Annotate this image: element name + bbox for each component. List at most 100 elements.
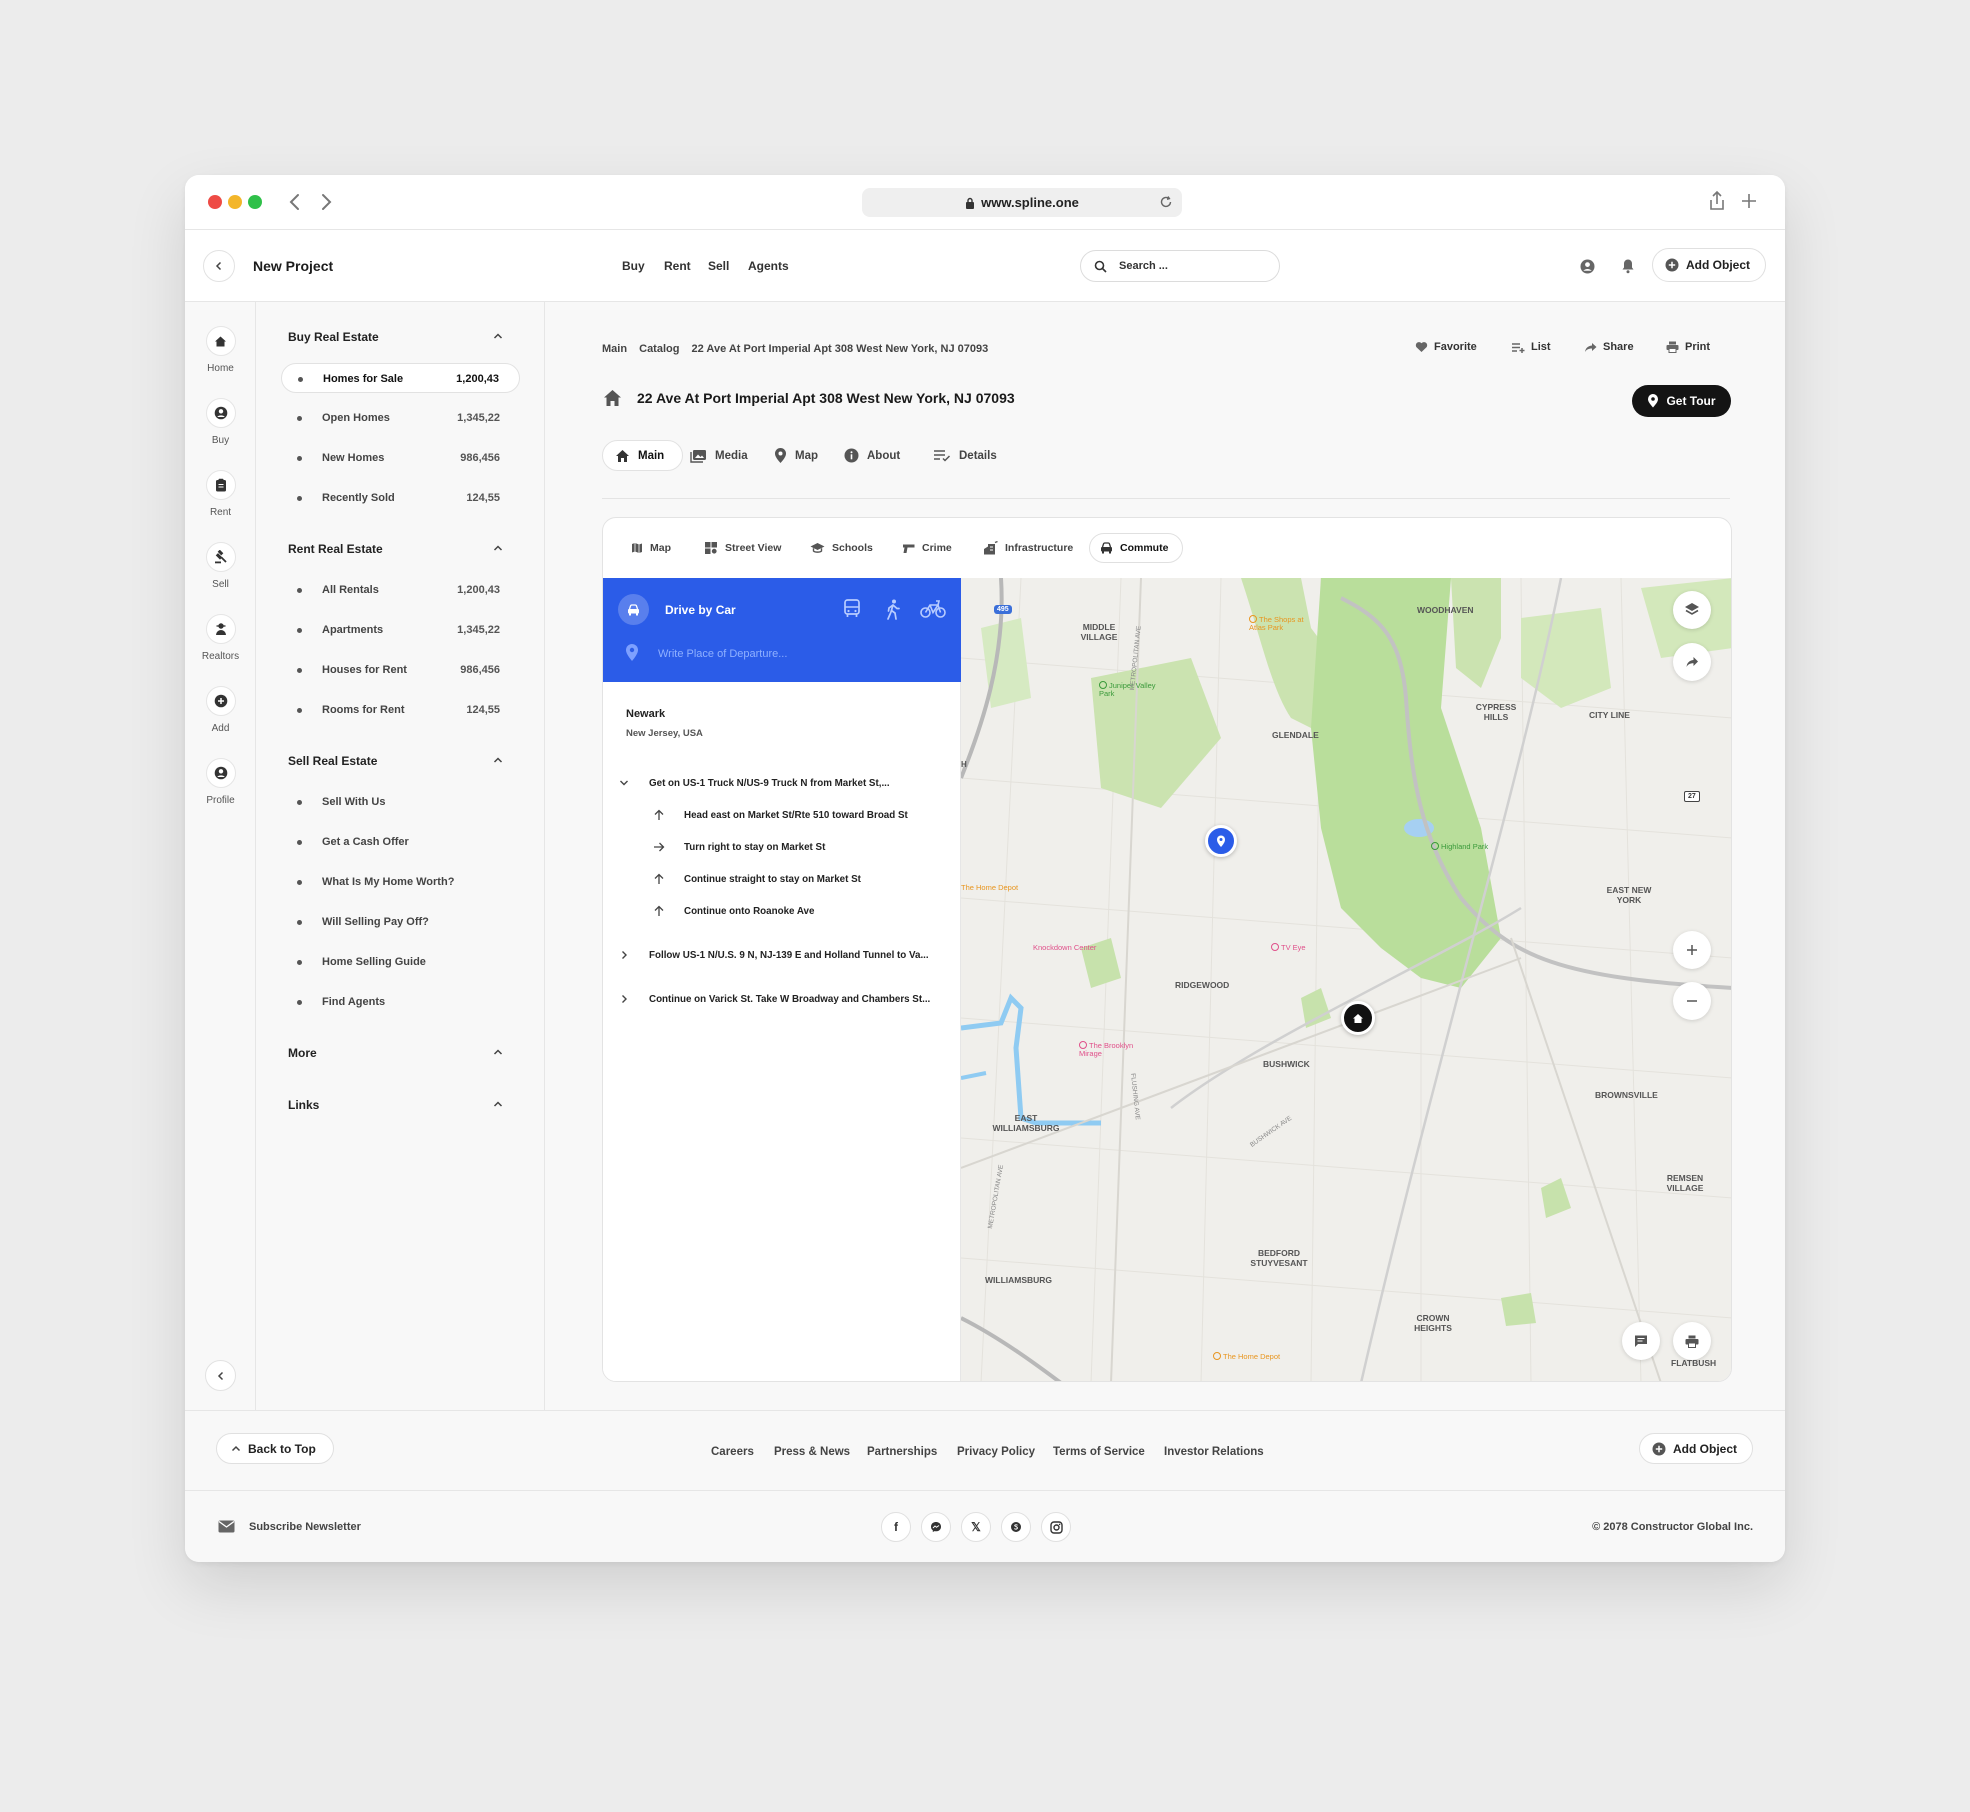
sidebar-item-houses-for-rent[interactable]: Houses for Rent 986,456 xyxy=(281,655,520,685)
chevron-up-icon[interactable] xyxy=(493,756,503,764)
footer-link-partnerships[interactable]: Partnerships xyxy=(867,1446,937,1458)
tab-main[interactable]: Main xyxy=(602,440,684,471)
map-comment-button[interactable] xyxy=(1622,1322,1660,1360)
sidebar-item-home-worth[interactable]: What Is My Home Worth? xyxy=(281,867,520,897)
bell-icon[interactable] xyxy=(1621,258,1635,274)
footer-link-terms[interactable]: Terms of Service xyxy=(1053,1446,1145,1458)
drive-mode-button[interactable] xyxy=(618,594,649,625)
share-button[interactable]: Share xyxy=(1584,341,1634,353)
footer-link-privacy[interactable]: Privacy Policy xyxy=(957,1446,1035,1458)
subtab-schools[interactable]: Schools xyxy=(810,533,873,563)
footer-link-investors[interactable]: Investor Relations xyxy=(1164,1446,1264,1458)
instagram-icon[interactable] xyxy=(1041,1512,1071,1542)
messenger-icon[interactable] xyxy=(921,1512,951,1542)
print-button[interactable]: Print xyxy=(1666,341,1710,353)
x-twitter-icon[interactable]: 𝕏 xyxy=(961,1512,991,1542)
map-layers-button[interactable] xyxy=(1673,591,1711,629)
rail-realtors[interactable]: Realtors xyxy=(185,614,256,662)
rail-add[interactable]: Add xyxy=(185,686,256,734)
breadcrumb-main[interactable]: Main xyxy=(602,343,627,355)
add-object-button[interactable]: Add Object xyxy=(1652,248,1767,282)
subtab-map[interactable]: Map xyxy=(631,533,671,563)
footer-link-press[interactable]: Press & News xyxy=(774,1446,850,1458)
poi-label[interactable]: The Home Depot xyxy=(1213,1352,1280,1361)
rail-profile[interactable]: Profile xyxy=(185,758,256,806)
sidebar-item-open-homes[interactable]: Open Homes 1,345,22 xyxy=(281,403,520,433)
maximize-window-dot[interactable] xyxy=(248,195,262,209)
address-bar[interactable]: www.spline.one xyxy=(862,188,1182,217)
nav-buy[interactable]: Buy xyxy=(622,259,645,273)
tab-map[interactable]: Map xyxy=(774,440,818,471)
footer-add-object-button[interactable]: Add Object xyxy=(1639,1433,1754,1464)
section-more-title[interactable]: More xyxy=(288,1046,317,1060)
chevron-up-icon[interactable] xyxy=(493,1048,503,1056)
share-page-icon[interactable] xyxy=(1708,190,1726,212)
section-sell-title[interactable]: Sell Real Estate xyxy=(288,754,377,768)
subscribe-newsletter-link[interactable]: Subscribe Newsletter xyxy=(249,1521,361,1533)
zoom-out-button[interactable] xyxy=(1673,982,1711,1020)
sidebar-item-find-agents[interactable]: Find Agents xyxy=(281,987,520,1017)
tab-details[interactable]: Details xyxy=(933,440,997,471)
back-to-top-button[interactable]: Back to Top xyxy=(216,1433,334,1464)
rail-buy[interactable]: Buy xyxy=(185,398,256,446)
chevron-up-icon[interactable] xyxy=(493,332,503,340)
section-links-title[interactable]: Links xyxy=(288,1098,319,1112)
sidebar-item-cash-offer[interactable]: Get a Cash Offer xyxy=(281,827,520,857)
sidebar-item-homes-for-sale[interactable]: Homes for Sale 1,200,43 xyxy=(281,363,520,393)
bicycle-icon[interactable] xyxy=(920,599,946,619)
chevron-up-icon[interactable] xyxy=(493,544,503,552)
section-rent-title[interactable]: Rent Real Estate xyxy=(288,542,383,556)
section-buy-title[interactable]: Buy Real Estate xyxy=(288,330,379,344)
poi-label[interactable]: Highland Park xyxy=(1431,842,1488,851)
list-button[interactable]: List xyxy=(1511,341,1551,353)
sidebar-item-new-homes[interactable]: New Homes 986,456 xyxy=(281,443,520,473)
rail-rent[interactable]: Rent xyxy=(185,470,256,518)
sidebar-item-all-rentals[interactable]: All Rentals 1,200,43 xyxy=(281,575,520,605)
subtab-commute[interactable]: Commute xyxy=(1089,533,1184,563)
facebook-icon[interactable]: f xyxy=(881,1512,911,1542)
chevron-up-icon[interactable] xyxy=(493,1100,503,1108)
breadcrumb-catalog[interactable]: Catalog xyxy=(639,343,679,355)
nav-sell[interactable]: Sell xyxy=(708,259,729,273)
walking-icon[interactable] xyxy=(885,599,901,621)
sidebar-item-apartments[interactable]: Apartments 1,345,22 xyxy=(281,615,520,645)
rail-sell[interactable]: Sell xyxy=(185,542,256,590)
reload-icon[interactable] xyxy=(1159,195,1173,209)
tab-media[interactable]: Media xyxy=(690,440,748,471)
browser-forward-icon[interactable] xyxy=(316,191,336,213)
poi-label[interactable]: Knockdown Center xyxy=(1033,943,1113,952)
skype-icon[interactable] xyxy=(1001,1512,1031,1542)
departure-marker[interactable] xyxy=(1205,825,1237,857)
poi-label[interactable]: TV Eye xyxy=(1271,943,1306,952)
map-share-button[interactable] xyxy=(1673,643,1711,681)
footer-link-careers[interactable]: Careers xyxy=(711,1446,754,1458)
header-back-button[interactable] xyxy=(203,250,235,282)
collapse-sidebar-button[interactable] xyxy=(205,1360,236,1391)
new-tab-icon[interactable] xyxy=(1740,192,1758,210)
sidebar-item-recently-sold[interactable]: Recently Sold 124,55 xyxy=(281,483,520,513)
subtab-crime[interactable]: Crime xyxy=(902,533,952,563)
sidebar-item-rooms-for-rent[interactable]: Rooms for Rent 124,55 xyxy=(281,695,520,725)
user-account-icon[interactable] xyxy=(1580,259,1595,274)
map-canvas[interactable]: MIDDLE VILLAGE WOODHAVEN GLENDALE CYPRES… xyxy=(961,578,1731,1381)
favorite-button[interactable]: Favorite xyxy=(1415,341,1477,353)
sidebar-item-sell-with-us[interactable]: Sell With Us xyxy=(281,787,520,817)
poi-label[interactable]: The Home Depot xyxy=(961,883,1018,892)
minimize-window-dot[interactable] xyxy=(228,195,242,209)
tab-about[interactable]: About xyxy=(844,440,900,471)
close-window-dot[interactable] xyxy=(208,195,222,209)
poi-label[interactable]: The Shops at Atlas Park xyxy=(1249,615,1309,632)
poi-label[interactable]: The Brooklyn Mirage xyxy=(1079,1041,1139,1058)
rail-home[interactable]: Home xyxy=(185,326,256,374)
get-tour-button[interactable]: Get Tour xyxy=(1632,385,1731,417)
map-print-button[interactable] xyxy=(1673,1322,1711,1360)
browser-back-icon[interactable] xyxy=(285,191,305,213)
subtab-street-view[interactable]: Street View xyxy=(704,533,781,563)
bus-icon[interactable] xyxy=(843,599,861,619)
property-marker[interactable] xyxy=(1341,1001,1375,1035)
subtab-infrastructure[interactable]: Infrastructure xyxy=(983,533,1073,563)
nav-agents[interactable]: Agents xyxy=(748,259,789,273)
nav-rent[interactable]: Rent xyxy=(664,259,691,273)
sidebar-item-selling-pay-off[interactable]: Will Selling Pay Off? xyxy=(281,907,520,937)
sidebar-item-selling-guide[interactable]: Home Selling Guide xyxy=(281,947,520,977)
